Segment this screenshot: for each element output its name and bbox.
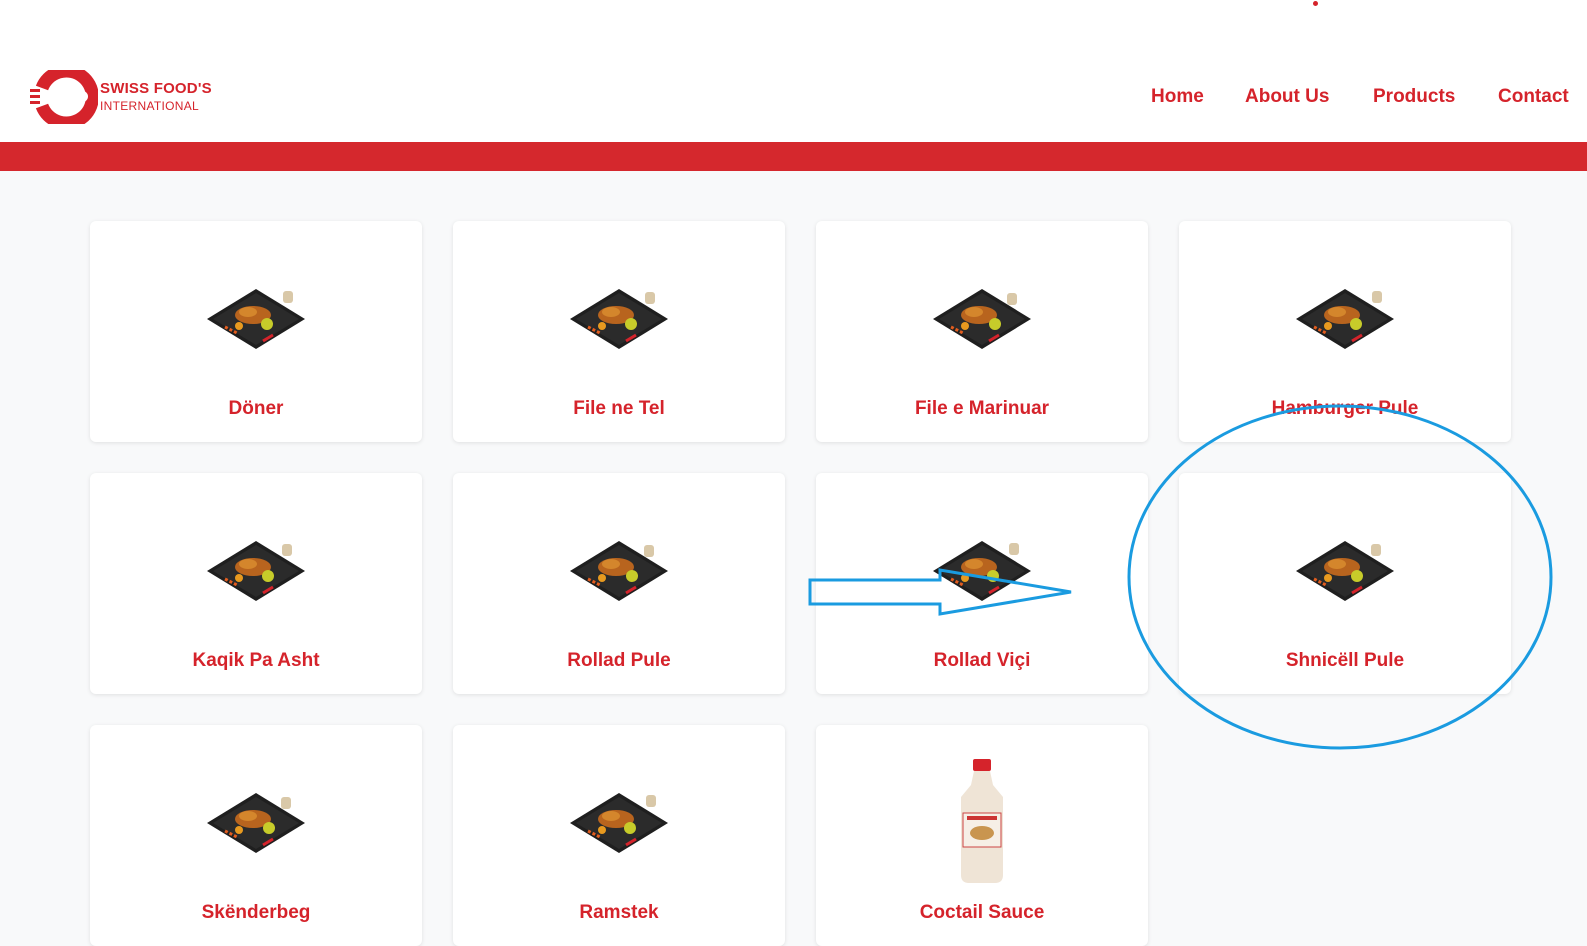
nav-home[interactable]: Home <box>1151 86 1204 108</box>
product-image[interactable] <box>927 269 1037 359</box>
product-card[interactable]: Döner <box>90 221 422 442</box>
product-card[interactable]: Coctail Sauce <box>816 725 1148 946</box>
product-image[interactable] <box>564 269 674 359</box>
product-name[interactable]: File ne Tel <box>453 398 785 420</box>
product-image[interactable] <box>1290 269 1400 359</box>
product-image[interactable] <box>1290 521 1400 611</box>
decor-dot <box>1313 1 1318 6</box>
product-name[interactable]: Döner <box>90 398 422 420</box>
food-plate-icon <box>207 793 305 853</box>
product-image[interactable] <box>201 269 311 359</box>
food-plate-icon <box>1296 289 1394 349</box>
product-image[interactable] <box>564 773 674 863</box>
food-plate-icon <box>207 289 305 349</box>
product-card[interactable]: Skënderbeg <box>90 725 422 946</box>
nav-about-us[interactable]: About Us <box>1245 86 1329 108</box>
food-plate-icon <box>570 289 668 349</box>
product-card[interactable]: Rollad Viçi <box>816 473 1148 694</box>
product-name[interactable]: Hamburger Pule <box>1179 398 1511 420</box>
product-card[interactable]: Hamburger Pule <box>1179 221 1511 442</box>
product-name[interactable]: Rollad Pule <box>453 650 785 672</box>
product-card[interactable]: Kaqik Pa Asht <box>90 473 422 694</box>
sauce-bottle-icon <box>961 759 1003 883</box>
header-accent-bar <box>0 142 1587 171</box>
nav-products[interactable]: Products <box>1373 86 1455 108</box>
product-card[interactable]: Rollad Pule <box>453 473 785 694</box>
product-name[interactable]: Rollad Viçi <box>816 650 1148 672</box>
site-header: SWISS FOOD'S INTERNATIONAL Home About Us… <box>0 0 1587 142</box>
product-card[interactable]: File e Marinuar <box>816 221 1148 442</box>
product-name[interactable]: Ramstek <box>453 902 785 924</box>
product-name[interactable]: Skënderbeg <box>90 902 422 924</box>
food-plate-icon <box>570 793 668 853</box>
product-name[interactable]: File e Marinuar <box>816 398 1148 420</box>
product-image[interactable] <box>927 521 1037 611</box>
product-image[interactable] <box>201 521 311 611</box>
food-plate-icon <box>1296 541 1394 601</box>
product-card[interactable]: Shnicëll Pule <box>1179 473 1511 694</box>
product-image[interactable] <box>564 521 674 611</box>
food-plate-icon <box>933 541 1031 601</box>
food-plate-icon <box>933 289 1031 349</box>
product-image[interactable] <box>927 757 1037 887</box>
product-name[interactable]: Shnicëll Pule <box>1179 650 1511 672</box>
product-card[interactable]: File ne Tel <box>453 221 785 442</box>
nav-contact[interactable]: Contact <box>1498 86 1569 108</box>
product-name[interactable]: Coctail Sauce <box>816 902 1148 924</box>
product-name[interactable]: Kaqik Pa Asht <box>90 650 422 672</box>
product-image[interactable] <box>201 773 311 863</box>
food-plate-icon <box>570 541 668 601</box>
product-card[interactable]: Ramstek <box>453 725 785 946</box>
food-plate-icon <box>207 541 305 601</box>
main-nav: Home About Us Products Contact <box>0 86 1587 110</box>
